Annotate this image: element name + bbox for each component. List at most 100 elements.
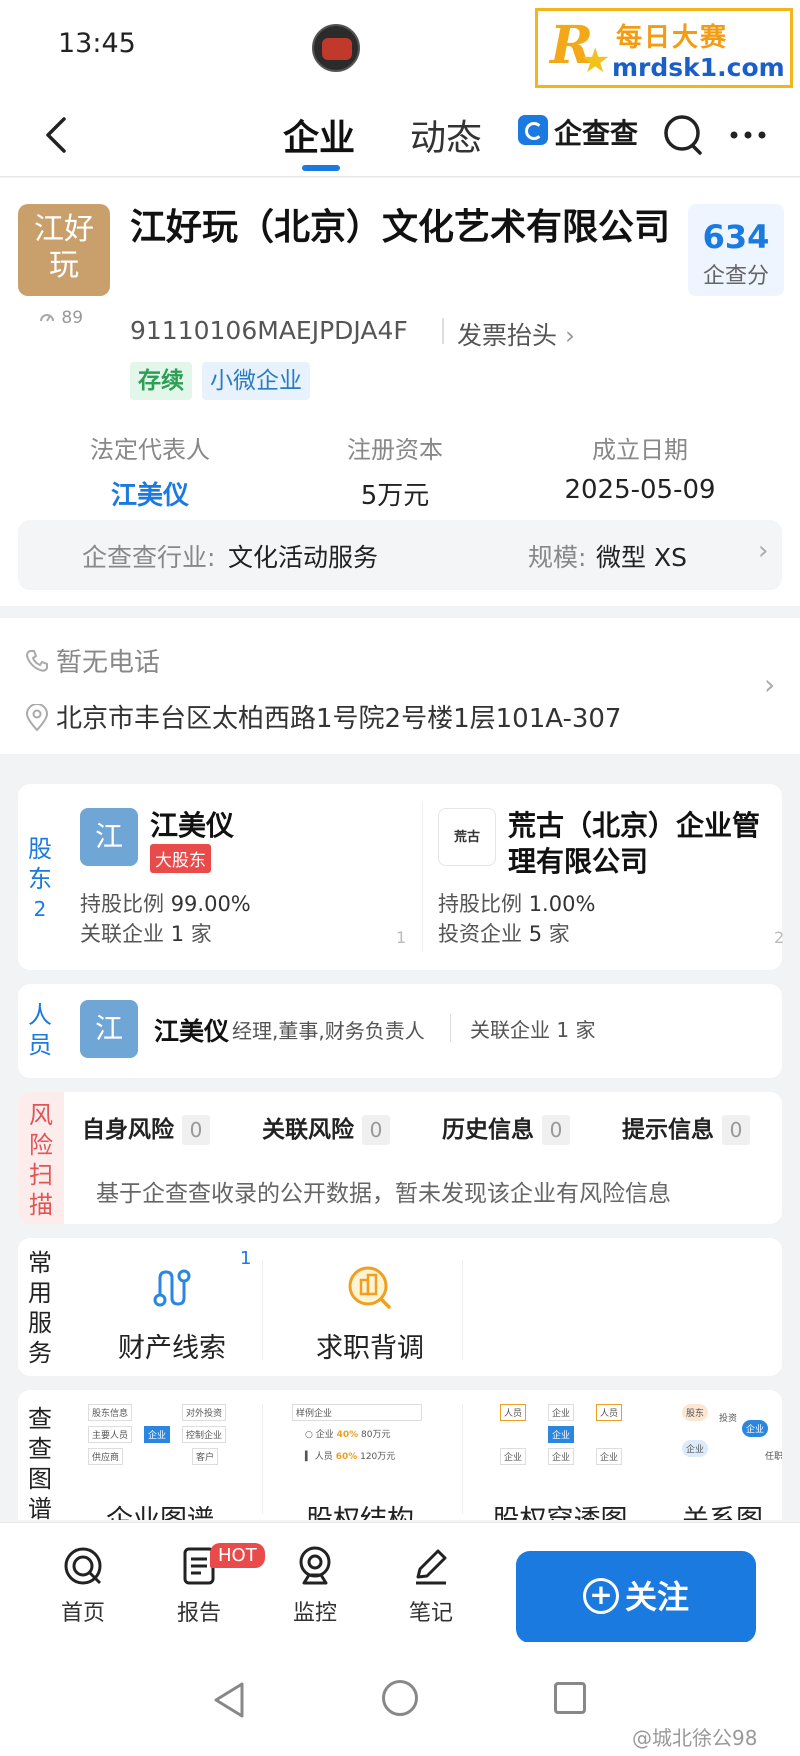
legal-representative[interactable]: 法定代表人 江美仪 bbox=[70, 430, 230, 512]
risk-scan-card[interactable]: 风险扫描 自身风险 0 关联风险 0 历史信息 0 提示信息 0 基于企查查收录的公开数… bbox=[18, 1092, 782, 1224]
size-badge: 小微企业 bbox=[202, 362, 310, 400]
bottom-nav-home[interactable]: 首页 bbox=[38, 1545, 128, 1627]
person-related-companies: 关联企业 1 家 bbox=[470, 1018, 596, 1042]
graph-thumbnail: 股东 投资 企业 企业 任职 bbox=[682, 1404, 782, 1474]
risk-self[interactable]: 自身风险 0 bbox=[82, 1110, 210, 1145]
shareholder-name: 荒古（北京）企业管理有限公司 bbox=[508, 809, 761, 878]
system-back-icon[interactable] bbox=[212, 1680, 248, 1720]
graph-thumbnail: 人员 企业 人员 企业 企业 企业 企业 bbox=[482, 1404, 638, 1474]
graph-label: 关系图 bbox=[682, 1498, 782, 1520]
established-date: 成立日期 2025-05-09 bbox=[564, 436, 716, 505]
location-icon bbox=[24, 703, 50, 732]
risk-hints[interactable]: 提示信息 0 bbox=[622, 1110, 750, 1145]
route-icon bbox=[153, 1269, 191, 1307]
company-name[interactable]: 江好玩（北京）文化艺术有限公司 bbox=[130, 202, 680, 254]
shareholder-name: 江美仪 bbox=[150, 809, 235, 842]
risk-note: 基于企查查收录的公开数据，暂未发现该企业有风险信息 bbox=[96, 1181, 671, 1207]
watermark-logo: R ★ bbox=[550, 15, 611, 81]
company-logo-icon: 荒古 bbox=[438, 808, 496, 866]
status-bar: 13:45 R ★ 每日大赛 mrdsk1.com bbox=[0, 0, 800, 95]
divider bbox=[450, 1014, 451, 1042]
industry-value: 文化活动服务 bbox=[228, 543, 379, 572]
chevron-right-icon: › bbox=[758, 536, 769, 566]
services-label: 常用服务 bbox=[28, 1249, 52, 1367]
graph-label: 企业图谱 bbox=[72, 1498, 248, 1520]
people-label: 人员 bbox=[28, 1001, 52, 1059]
score-label: 企查分 bbox=[702, 264, 769, 289]
bottom-nav-monitor[interactable]: 监控 bbox=[270, 1545, 360, 1627]
building-search-icon bbox=[348, 1266, 391, 1309]
shareholder-item[interactable]: 江 江美仪 大股东 持股比例 99.00% 关联企业 1 家 1 bbox=[80, 804, 420, 954]
risk-related[interactable]: 关联风险 0 bbox=[262, 1110, 390, 1145]
service-label: 财产线索 bbox=[118, 1333, 226, 1364]
system-recents-icon[interactable] bbox=[554, 1682, 586, 1714]
site-watermark: R ★ 每日大赛 mrdsk1.com bbox=[535, 8, 793, 88]
search-icon[interactable] bbox=[662, 113, 706, 157]
more-icon[interactable] bbox=[726, 115, 770, 155]
graph-thumbnail: 股东信息 对外投资 主要人员 企业 控制企业 供应商 客户 bbox=[82, 1404, 238, 1474]
floating-avatar-icon[interactable] bbox=[312, 24, 360, 72]
heat-icon bbox=[40, 314, 54, 322]
heat-count: 89 bbox=[38, 308, 83, 328]
person-role: 经理,董事,财务负责人 bbox=[232, 1019, 425, 1043]
brand-name: 企查查 bbox=[554, 117, 639, 150]
people-card[interactable]: 人员 江 江美仪 经理,董事,财务负责人 关联企业 1 家 bbox=[18, 984, 782, 1078]
graph-relationship[interactable]: 股东 投资 企业 企业 任职 关系图 bbox=[672, 1404, 782, 1520]
qcc-score[interactable]: 634 企查分 bbox=[688, 204, 784, 296]
service-job-background-check[interactable]: 求职背调 bbox=[280, 1258, 460, 1368]
risk-history[interactable]: 历史信息 0 bbox=[442, 1110, 570, 1145]
top-nav: 企业 动态 企查查 bbox=[0, 95, 800, 177]
hot-badge: HOT bbox=[210, 1543, 265, 1568]
follow-button[interactable]: + 关注 bbox=[516, 1551, 756, 1643]
divider bbox=[462, 1404, 463, 1514]
tab-company[interactable]: 企业 bbox=[283, 109, 355, 161]
industry-label: 企查查行业: bbox=[82, 543, 216, 572]
invoice-title-link[interactable]: 发票抬头 › bbox=[457, 316, 575, 352]
item-index: 2 bbox=[774, 928, 785, 947]
phone-icon bbox=[24, 648, 50, 674]
avatar: 江 bbox=[80, 808, 138, 866]
holding-ratio: 持股比例 1.00% bbox=[438, 892, 596, 916]
back-icon[interactable] bbox=[40, 115, 76, 155]
invested-companies: 投资企业 5 家 bbox=[438, 922, 570, 946]
graph-company[interactable]: 股东信息 对外投资 主要人员 企业 控制企业 供应商 客户 企业图谱 bbox=[72, 1404, 248, 1520]
service-label: 求职背调 bbox=[316, 1333, 424, 1364]
watermark-url: mrdsk1.com bbox=[612, 53, 785, 82]
divider bbox=[462, 1260, 463, 1360]
divider bbox=[262, 1404, 263, 1514]
address-text: 北京市丰台区太柏西路1号院2号楼1层101A-307 bbox=[56, 704, 622, 734]
system-nav-bar: @城北徐公98 bbox=[0, 1642, 800, 1756]
risk-scan-label: 风险扫描 bbox=[18, 1092, 64, 1224]
related-companies: 关联企业 1 家 bbox=[80, 922, 212, 946]
common-services-card: 常用服务 财产线索 1 求职背调 bbox=[18, 1238, 782, 1376]
pen-icon bbox=[416, 1549, 447, 1585]
holding-ratio: 持股比例 99.00% bbox=[80, 892, 251, 916]
status-time: 13:45 bbox=[58, 28, 136, 59]
contact-section[interactable]: 暂无电话 北京市丰台区太柏西路1号院2号楼1层101A-307 › bbox=[0, 618, 800, 754]
divider bbox=[422, 802, 423, 952]
active-tab-indicator bbox=[302, 165, 340, 171]
credit-code[interactable]: 91110106MAEJPDJA4F bbox=[130, 316, 408, 345]
shareholders-card: 股东 2 江 江美仪 大股东 持股比例 99.00% 关联企业 1 家 1 荒古… bbox=[18, 784, 784, 970]
service-asset-clues[interactable]: 财产线索 bbox=[82, 1258, 262, 1368]
registered-capital: 注册资本 5万元 bbox=[347, 436, 443, 511]
system-home-icon[interactable] bbox=[382, 1680, 418, 1716]
graph-thumbnail: 样例企业 ○ 企业 40% 80万元 ▍ 人员 60% 120万元 bbox=[282, 1404, 438, 1474]
monitor-icon bbox=[299, 1546, 331, 1585]
shareholder-item[interactable]: 荒古 荒古（北京）企业管理有限公司 持股比例 1.00% 投资企业 5 家 2 bbox=[438, 804, 784, 954]
company-logo: 江好玩 bbox=[18, 204, 110, 296]
item-index: 1 bbox=[396, 928, 407, 947]
person-name: 江美仪 bbox=[154, 1017, 230, 1046]
tab-dynamic[interactable]: 动态 bbox=[410, 109, 482, 161]
graphs-label: 查查图谱 bbox=[28, 1405, 52, 1520]
shareholders-label[interactable]: 股东 2 bbox=[18, 834, 62, 924]
graph-equity-penetration[interactable]: 人员 企业 人员 企业 企业 企业 企业 股权穿透图 bbox=[472, 1404, 648, 1520]
graph-equity-structure[interactable]: 样例企业 ○ 企业 40% 80万元 ▍ 人员 60% 120万元 股权结构 bbox=[272, 1404, 448, 1520]
brand-logo-icon bbox=[518, 115, 548, 145]
score-value: 634 bbox=[702, 218, 770, 256]
new-count-badge: 1 bbox=[240, 1248, 252, 1269]
bottom-nav-notes[interactable]: 笔记 bbox=[386, 1545, 476, 1627]
chevron-right-icon: › bbox=[764, 668, 776, 701]
weibo-watermark: @城北徐公98 bbox=[632, 1726, 758, 1750]
industry-bar[interactable]: 企查查行业: 文化活动服务 规模: 微型 XS › bbox=[18, 520, 782, 590]
